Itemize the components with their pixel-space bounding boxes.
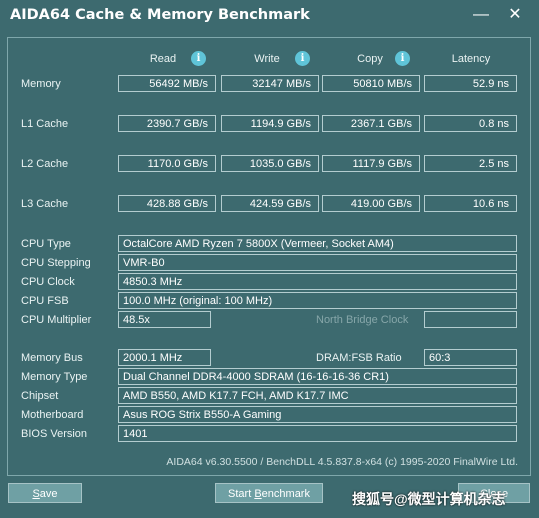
- results-panel: Read i Write i Copy i Latency Memory 564…: [7, 37, 531, 476]
- l3-copy-value: 419.00 GB/s: [322, 195, 420, 212]
- start-benchmark-button[interactable]: Start Benchmark: [215, 483, 323, 503]
- l3-latency-value: 10.6 ns: [424, 195, 517, 212]
- l1-write-value: 1194.9 GB/s: [221, 115, 319, 132]
- l2-read-value: 1170.0 GB/s: [118, 155, 216, 172]
- cpu-fsb-value: 100.0 MHz (original: 100 MHz): [118, 292, 517, 309]
- window-title: AIDA64 Cache & Memory Benchmark: [10, 7, 310, 23]
- memory-bus-label: Memory Bus: [21, 352, 83, 364]
- cpu-type-label: CPU Type: [21, 238, 71, 250]
- cpu-fsb-label: CPU FSB: [21, 295, 69, 307]
- column-header-read: Read: [149, 53, 177, 65]
- info-icon-read[interactable]: i: [191, 51, 206, 66]
- start-benchmark-accel: B: [254, 488, 262, 500]
- info-icon-copy[interactable]: i: [395, 51, 410, 66]
- cpu-stepping-label: CPU Stepping: [21, 257, 91, 269]
- memory-type-value: Dual Channel DDR4-4000 SDRAM (16-16-16-3…: [118, 368, 517, 385]
- l1-copy-value: 2367.1 GB/s: [322, 115, 420, 132]
- column-header-copy: Copy: [357, 53, 383, 65]
- start-benchmark-label-a: Start: [228, 488, 255, 500]
- l2-latency-value: 2.5 ns: [424, 155, 517, 172]
- save-button-accel: S: [32, 488, 40, 500]
- memory-write-value: 32147 MB/s: [221, 75, 319, 92]
- memory-latency-value: 52.9 ns: [424, 75, 517, 92]
- cpu-clock-value: 4850.3 MHz: [118, 273, 517, 290]
- copyright-footer: AIDA64 v6.30.5500 / BenchDLL 4.5.837.8-x…: [166, 456, 518, 468]
- dram-fsb-ratio-label: DRAM:FSB Ratio: [316, 352, 402, 364]
- l1-latency-value: 0.8 ns: [424, 115, 517, 132]
- row-label-l3-cache: L3 Cache: [21, 198, 69, 210]
- save-button-label: ave: [39, 488, 58, 500]
- benchmark-window: AIDA64 Cache & Memory Benchmark — ✕ Read…: [0, 0, 539, 518]
- dram-fsb-ratio-value: 60:3: [424, 349, 517, 366]
- l3-write-value: 424.59 GB/s: [221, 195, 319, 212]
- l2-copy-value: 1117.9 GB/s: [322, 155, 420, 172]
- cpu-clock-label: CPU Clock: [21, 276, 75, 288]
- start-benchmark-label-b: enchmark: [261, 488, 310, 500]
- memory-copy-value: 50810 MB/s: [322, 75, 420, 92]
- memory-bus-value: 2000.1 MHz: [118, 349, 211, 366]
- memory-read-value: 56492 MB/s: [118, 75, 216, 92]
- column-header-write: Write: [254, 53, 280, 65]
- row-label-l2-cache: L2 Cache: [21, 158, 69, 170]
- row-label-l1-cache: L1 Cache: [21, 118, 69, 130]
- north-bridge-clock-label: North Bridge Clock: [316, 314, 409, 326]
- motherboard-value: Asus ROG Strix B550-A Gaming: [118, 406, 517, 423]
- l2-write-value: 1035.0 GB/s: [221, 155, 319, 172]
- save-button[interactable]: Save: [8, 483, 82, 503]
- info-icon-write[interactable]: i: [295, 51, 310, 66]
- cpu-multiplier-label: CPU Multiplier: [21, 314, 92, 326]
- chipset-label: Chipset: [21, 390, 59, 402]
- motherboard-label: Motherboard: [21, 409, 84, 421]
- row-label-memory: Memory: [21, 78, 61, 90]
- bios-version-label: BIOS Version: [21, 428, 88, 440]
- l3-read-value: 428.88 GB/s: [118, 195, 216, 212]
- column-header-latency: Latency: [451, 53, 491, 65]
- bios-version-value: 1401: [118, 425, 517, 442]
- chipset-value: AMD B550, AMD K17.7 FCH, AMD K17.7 IMC: [118, 387, 517, 404]
- cpu-stepping-value: VMR-B0: [118, 254, 517, 271]
- minimize-icon[interactable]: —: [468, 3, 494, 27]
- watermark: 搜狐号@微型计算机杂志: [352, 491, 506, 507]
- cpu-type-value: OctalCore AMD Ryzen 7 5800X (Vermeer, So…: [118, 235, 517, 252]
- memory-type-label: Memory Type: [21, 371, 88, 383]
- close-icon[interactable]: ✕: [502, 3, 528, 27]
- l1-read-value: 2390.7 GB/s: [118, 115, 216, 132]
- north-bridge-clock-value: [424, 311, 517, 328]
- cpu-multiplier-value: 48.5x: [118, 311, 211, 328]
- title-bar[interactable]: AIDA64 Cache & Memory Benchmark — ✕: [0, 0, 539, 32]
